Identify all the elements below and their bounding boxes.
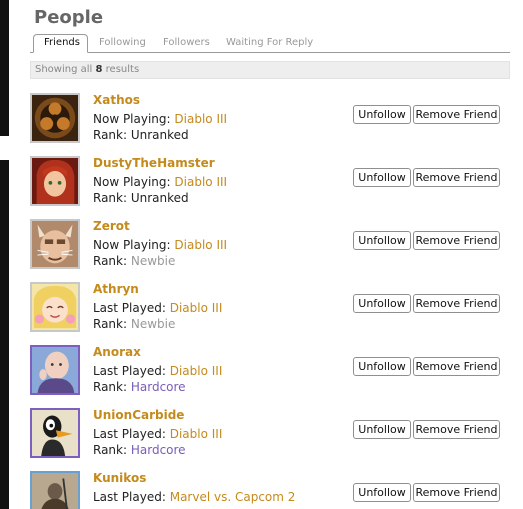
results-prefix: Showing all bbox=[35, 64, 93, 75]
friend-name[interactable]: DustyTheHamster bbox=[93, 156, 215, 170]
game-link[interactable]: Diablo III bbox=[174, 112, 227, 126]
left-edge-block bbox=[0, 0, 9, 136]
status-label: Last Played: bbox=[93, 301, 166, 315]
remove-friend-button[interactable]: Remove Friend bbox=[413, 168, 500, 187]
friend-name[interactable]: Anorax bbox=[93, 345, 141, 359]
rank-value: Newbie bbox=[130, 317, 176, 331]
remove-friend-button[interactable]: Remove Friend bbox=[413, 483, 500, 502]
results-summary: Showing all 8 results bbox=[30, 61, 510, 79]
rank-label: Rank: bbox=[93, 317, 128, 331]
tab-friends[interactable]: Friends bbox=[33, 34, 88, 53]
tab-followers[interactable]: Followers bbox=[163, 35, 210, 51]
remove-friend-button[interactable]: Remove Friend bbox=[413, 231, 500, 250]
people-tabs: Friends Following Followers Waiting For … bbox=[30, 34, 510, 53]
friend-status: Last Played: Diablo III bbox=[93, 364, 222, 378]
rank-value: Unranked bbox=[130, 191, 189, 205]
status-label: Last Played: bbox=[93, 364, 166, 378]
redhead-girl-avatar[interactable] bbox=[30, 156, 80, 206]
friend-name[interactable]: Xathos bbox=[93, 93, 140, 107]
rank-label: Rank: bbox=[93, 191, 128, 205]
friend-rank: Rank: Hardcore bbox=[93, 443, 186, 457]
rank-label: Rank: bbox=[93, 443, 128, 457]
friend-rank: Rank: Unranked bbox=[93, 128, 189, 142]
status-label: Last Played: bbox=[93, 427, 166, 441]
friend-status: Now Playing: Diablo III bbox=[93, 238, 227, 252]
friend-rank: Rank: Newbie bbox=[93, 254, 175, 268]
game-link[interactable]: Diablo III bbox=[174, 175, 227, 189]
friend-row: Athryn Last Played: Diablo III Rank: New… bbox=[30, 282, 510, 345]
biohazard-icon[interactable] bbox=[30, 93, 80, 143]
friend-row: Kunikos Last Played: Marvel vs. Capcom 2… bbox=[30, 471, 510, 509]
cartoon-duck-avatar[interactable] bbox=[30, 408, 80, 458]
status-label: Now Playing: bbox=[93, 112, 171, 126]
friend-status: Now Playing: Diablo III bbox=[93, 112, 227, 126]
friend-rank: Rank: Hardcore bbox=[93, 380, 186, 394]
friend-rank: Rank: Newbie bbox=[93, 317, 175, 331]
friend-rank: Rank: Unranked bbox=[93, 191, 189, 205]
unfollow-button[interactable]: Unfollow bbox=[353, 483, 411, 502]
rank-value: Hardcore bbox=[130, 380, 186, 394]
rank-value: Hardcore bbox=[130, 443, 186, 457]
unfollow-button[interactable]: Unfollow bbox=[353, 357, 411, 376]
unfollow-button[interactable]: Unfollow bbox=[353, 294, 411, 313]
tab-following[interactable]: Following bbox=[99, 35, 146, 51]
remove-friend-button[interactable]: Remove Friend bbox=[413, 420, 500, 439]
unfollow-button[interactable]: Unfollow bbox=[353, 168, 411, 187]
unfollow-button[interactable]: Unfollow bbox=[353, 420, 411, 439]
results-count: 8 bbox=[95, 64, 103, 75]
rank-label: Rank: bbox=[93, 380, 128, 394]
friend-status: Now Playing: Diablo III bbox=[93, 175, 227, 189]
friend-status: Last Played: Diablo III bbox=[93, 427, 222, 441]
remove-friend-button[interactable]: Remove Friend bbox=[413, 357, 500, 376]
cat-face-avatar[interactable] bbox=[30, 219, 80, 269]
friend-row: DustyTheHamster Now Playing: Diablo III … bbox=[30, 156, 510, 219]
status-label: Last Played: bbox=[93, 490, 166, 504]
status-label: Now Playing: bbox=[93, 238, 171, 252]
friend-row: Zerot Now Playing: Diablo III Rank: Newb… bbox=[30, 219, 510, 282]
game-link[interactable]: Diablo III bbox=[170, 301, 223, 315]
friend-row: Anorax Last Played: Diablo III Rank: Har… bbox=[30, 345, 510, 408]
game-link[interactable]: Diablo III bbox=[174, 238, 227, 252]
friend-status: Last Played: Diablo III bbox=[93, 301, 222, 315]
friend-name[interactable]: Zerot bbox=[93, 219, 130, 233]
game-link[interactable]: Diablo III bbox=[170, 364, 223, 378]
tab-waiting-for-reply[interactable]: Waiting For Reply bbox=[226, 35, 313, 51]
friend-name[interactable]: Athryn bbox=[93, 282, 139, 296]
remove-friend-button[interactable]: Remove Friend bbox=[413, 105, 500, 124]
page-title: People bbox=[34, 7, 104, 28]
remove-friend-button[interactable]: Remove Friend bbox=[413, 294, 500, 313]
status-label: Now Playing: bbox=[93, 175, 171, 189]
game-link[interactable]: Diablo III bbox=[170, 427, 223, 441]
left-edge-strip bbox=[0, 0, 9, 509]
anime-girl-avatar[interactable] bbox=[30, 282, 80, 332]
friend-row: Xathos Now Playing: Diablo III Rank: Unr… bbox=[30, 93, 510, 156]
warrior-avatar[interactable] bbox=[30, 471, 80, 509]
bald-villain-avatar[interactable] bbox=[30, 345, 80, 395]
results-suffix: results bbox=[105, 64, 140, 75]
friend-name[interactable]: UnionCarbide bbox=[93, 408, 184, 422]
left-edge-block bbox=[0, 160, 9, 509]
unfollow-button[interactable]: Unfollow bbox=[353, 105, 411, 124]
friend-row: UnionCarbide Last Played: Diablo III Ran… bbox=[30, 408, 510, 471]
rank-value: Newbie bbox=[130, 254, 176, 268]
friend-status: Last Played: Marvel vs. Capcom 2 bbox=[93, 490, 295, 504]
rank-label: Rank: bbox=[93, 128, 128, 142]
game-link[interactable]: Marvel vs. Capcom 2 bbox=[170, 490, 296, 504]
friend-name[interactable]: Kunikos bbox=[93, 471, 146, 485]
rank-value: Unranked bbox=[130, 128, 189, 142]
unfollow-button[interactable]: Unfollow bbox=[353, 231, 411, 250]
rank-label: Rank: bbox=[93, 254, 128, 268]
